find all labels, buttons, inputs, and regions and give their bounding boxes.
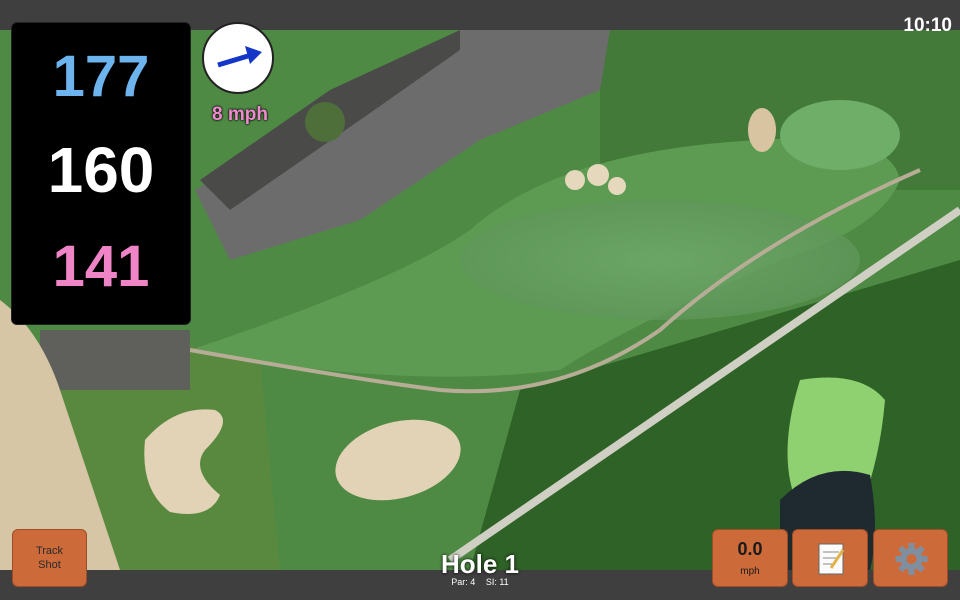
speed-value: 0.0 (737, 539, 763, 559)
wind-indicator (202, 22, 274, 94)
notes-button[interactable] (792, 529, 868, 587)
hole-stroke-index: SI: 11 (485, 577, 509, 587)
arrow-right-icon (217, 46, 262, 68)
hole-title: Hole 1 (440, 549, 520, 579)
settings-button[interactable] (873, 529, 948, 587)
track-shot-button[interactable]: Track Shot (12, 529, 87, 587)
speed-unit: mph (740, 566, 760, 577)
center-distance: 160 (47, 134, 155, 206)
notepad-icon (818, 543, 845, 575)
distance-panel: 177 160 141 (11, 22, 191, 325)
hole-info: Par: 4 SI: 11 (380, 577, 580, 587)
gear-icon (895, 543, 928, 575)
wind-speed: 8 mph (212, 104, 268, 125)
track-shot-label: Track Shot (35, 545, 64, 571)
front-distance: 141 (52, 234, 150, 299)
back-distance: 177 (52, 44, 150, 109)
speed-button[interactable]: 0.0 mph (712, 529, 788, 587)
hole-par: Par: 4 (451, 577, 476, 587)
clock: 10:10 (903, 15, 952, 36)
